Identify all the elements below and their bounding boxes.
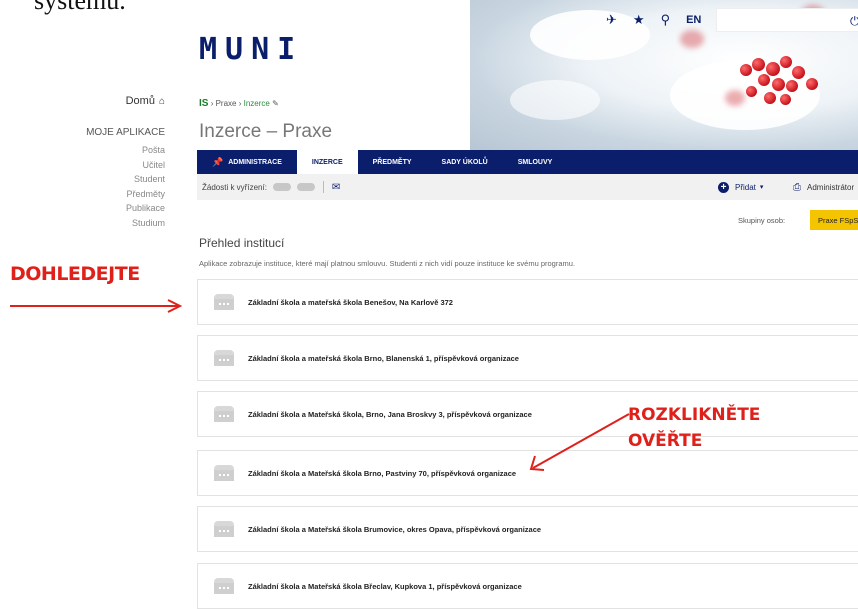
top-toolbar: ✈ ★ ⚲ EN xyxy=(606,12,701,28)
institution-row[interactable]: Základní škola a mateřská škola Brno, Bl… xyxy=(197,335,858,381)
sidebar-app-list: Pošta Učitel Student Předměty Publikace … xyxy=(0,143,165,230)
building-icon xyxy=(214,350,234,366)
pin-icon: 📌 xyxy=(212,156,224,167)
institution-row[interactable]: Základní škola a mateřská škola Benešov,… xyxy=(197,279,858,325)
star-icon[interactable]: ★ xyxy=(633,12,645,28)
sidebar-item-studium[interactable]: Studium xyxy=(0,216,165,231)
building-icon xyxy=(214,406,234,422)
sidebar-section-title: MOJE APLIKACE xyxy=(86,127,165,138)
institution-name: Základní škola a mateřská škola Brno, Bl… xyxy=(248,353,519,363)
add-label: Přidat xyxy=(735,182,756,192)
tab-label: SADY ÚKOLŮ xyxy=(441,158,488,166)
annotation-expand-verify: ROZKLIKNĚTE OVĚŘTE xyxy=(628,402,760,454)
group-praxe-button[interactable]: Praxe FSpS xyxy=(810,210,858,230)
building-icon xyxy=(214,294,234,310)
tab-predmety[interactable]: PŘEDMĚTY xyxy=(358,150,427,174)
home-icon: ⌂ xyxy=(158,96,165,107)
main-nav: 📌 ADMINISTRACE INZERCE PŘEDMĚTY SADY ÚKOL… xyxy=(197,150,858,174)
add-button[interactable]: + Přidat ▾ xyxy=(718,181,764,193)
power-icon[interactable]: ⏻ xyxy=(850,14,858,29)
annotation-expand: ROZKLIKNĚTE xyxy=(628,405,761,425)
institution-name: Základní škola a Mateřská škola Břeclav,… xyxy=(248,581,522,591)
sidebar-item-ucitel[interactable]: Učitel xyxy=(0,158,165,173)
building-icon xyxy=(214,465,234,481)
building-icon xyxy=(214,578,234,594)
institution-row[interactable]: Základní škola a Mateřská škola Břeclav,… xyxy=(197,563,858,609)
tab-label: ADMINISTRACE xyxy=(228,158,282,166)
annotation-verify: OVĚŘTE xyxy=(628,431,703,451)
tab-administrace[interactable]: 📌 ADMINISTRACE xyxy=(197,150,297,174)
building-icon xyxy=(214,521,234,537)
search-icon[interactable]: ⚲ xyxy=(661,12,671,28)
sidebar-item-posta[interactable]: Pošta xyxy=(0,143,165,158)
printer-icon: ⎙ xyxy=(793,181,801,193)
tab-label: PŘEDMĚTY xyxy=(372,158,412,166)
sidebar-item-predmety[interactable]: Předměty xyxy=(0,187,165,202)
admin-label: Administrátor xyxy=(807,182,855,192)
annotation-find: DOHLEDEJTE xyxy=(10,263,140,285)
airplane-icon[interactable]: ✈ xyxy=(606,12,617,28)
sidebar-item-publikace[interactable]: Publikace xyxy=(0,201,165,216)
institution-row[interactable]: Základní škola a Mateřská škola Brumovic… xyxy=(197,506,858,552)
page-title: Inzerce – Praxe xyxy=(199,121,333,142)
institution-name: Základní škola a Mateřská škola Brumovic… xyxy=(248,524,542,534)
breadcrumb-item-praxe[interactable]: Praxe xyxy=(216,99,237,108)
tab-smlouvy[interactable]: SMLOUVY xyxy=(503,150,568,174)
annotation-arrow-diagonal xyxy=(529,413,630,471)
groups-label: Skupiny osob: xyxy=(738,216,786,225)
institution-name: Základní škola a mateřská škola Benešov,… xyxy=(248,297,453,307)
pin-icon[interactable]: ✎ xyxy=(272,99,279,108)
sidebar-home[interactable]: Domů ⌂ xyxy=(0,95,165,107)
tab-label: SMLOUVY xyxy=(517,158,553,166)
tab-label: INZERCE xyxy=(311,158,343,166)
requests-badge[interactable] xyxy=(296,183,315,191)
breadcrumb: IS › Praxe › Inzerce ✎ xyxy=(199,98,279,109)
tab-sady-ukolu[interactable]: SADY ÚKOLŮ xyxy=(427,150,503,174)
muni-logo[interactable]: MUNI xyxy=(199,32,303,67)
section-title: Přehled institucí xyxy=(199,236,285,250)
sidebar-home-label: Domů xyxy=(125,95,155,107)
admin-button[interactable]: ⎙ Administrátor xyxy=(793,182,854,193)
mail-icon[interactable]: ✉ xyxy=(332,182,340,193)
requests-badge[interactable] xyxy=(272,183,291,191)
sidebar-item-student[interactable]: Student xyxy=(0,172,165,187)
search-input[interactable] xyxy=(716,8,858,32)
breadcrumb-item-inzerce[interactable]: Inzerce xyxy=(244,99,270,108)
annotation-arrow-right xyxy=(10,299,183,313)
section-info: Aplikace zobrazuje instituce, které mají… xyxy=(199,259,576,268)
chevron-down-icon: ▾ xyxy=(759,184,764,191)
requests-label: Žádosti k vyřízení: xyxy=(202,182,267,192)
language-switch[interactable]: EN xyxy=(686,14,701,26)
institution-name: Základní škola a Mateřská škola Brno, Pa… xyxy=(248,468,517,478)
is-logo[interactable]: IS xyxy=(199,98,208,109)
document-caption: systému. xyxy=(34,0,126,15)
divider xyxy=(322,181,324,193)
institution-name: Základní škola a Mateřská škola, Brno, J… xyxy=(248,409,532,419)
tab-inzerce[interactable]: INZERCE xyxy=(296,150,358,174)
action-bar: Žádosti k vyřízení: ✉ + Přidat ▾ ⎙ Admin… xyxy=(197,174,858,200)
plus-icon: + xyxy=(718,181,729,193)
